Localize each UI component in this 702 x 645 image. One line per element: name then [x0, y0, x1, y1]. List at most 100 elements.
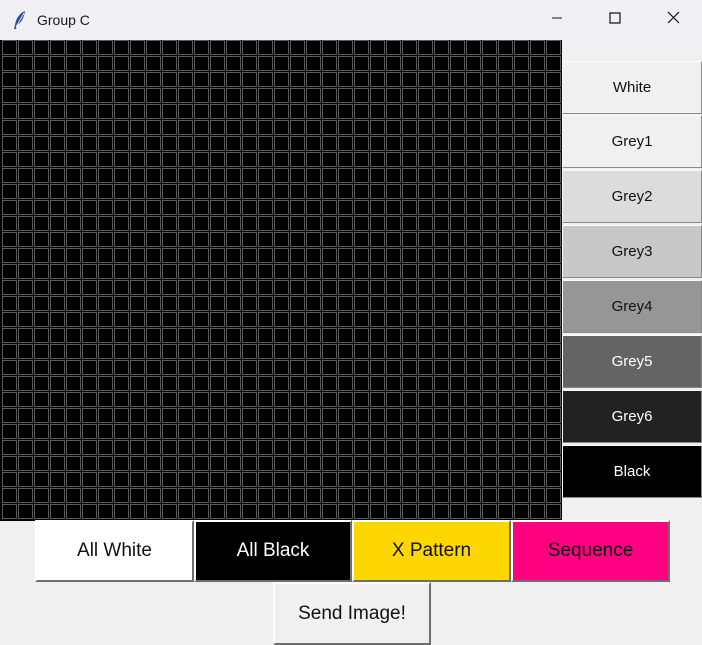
pixel-cell[interactable] [466, 360, 481, 375]
pixel-cell[interactable] [354, 360, 369, 375]
color-button-black[interactable]: Black [562, 445, 702, 498]
pixel-cell[interactable] [450, 344, 465, 359]
pixel-cell[interactable] [274, 120, 289, 135]
pixel-cell[interactable] [498, 264, 513, 279]
pixel-cell[interactable] [130, 488, 145, 503]
pixel-cell[interactable] [98, 456, 113, 471]
pixel-cell[interactable] [450, 200, 465, 215]
pixel-cell[interactable] [242, 72, 257, 87]
pixel-cell[interactable] [258, 40, 273, 55]
pixel-cell[interactable] [50, 232, 65, 247]
pixel-cell[interactable] [290, 280, 305, 295]
pixel-cell[interactable] [258, 312, 273, 327]
pixel-cell[interactable] [338, 200, 353, 215]
pixel-cell[interactable] [306, 56, 321, 71]
pixel-cell[interactable] [178, 40, 193, 55]
pixel-cell[interactable] [82, 232, 97, 247]
pixel-cell[interactable] [498, 472, 513, 487]
pixel-cell[interactable] [34, 120, 49, 135]
pixel-cell[interactable] [402, 504, 417, 519]
pixel-cell[interactable] [482, 56, 497, 71]
pixel-cell[interactable] [338, 360, 353, 375]
pixel-cell[interactable] [242, 152, 257, 167]
pixel-cell[interactable] [386, 504, 401, 519]
pixel-cell[interactable] [322, 120, 337, 135]
pixel-cell[interactable] [34, 408, 49, 423]
pixel-cell[interactable] [370, 488, 385, 503]
pixel-cell[interactable] [130, 120, 145, 135]
pixel-cell[interactable] [34, 312, 49, 327]
pixel-cell[interactable] [370, 424, 385, 439]
pixel-cell[interactable] [2, 472, 17, 487]
pixel-cell[interactable] [130, 264, 145, 279]
send-image-button[interactable]: Send Image! [273, 582, 431, 645]
pixel-cell[interactable] [338, 120, 353, 135]
pixel-cell[interactable] [498, 232, 513, 247]
pixel-cell[interactable] [482, 392, 497, 407]
pixel-cell[interactable] [354, 104, 369, 119]
pixel-cell[interactable] [514, 248, 529, 263]
pixel-cell[interactable] [498, 488, 513, 503]
pixel-cell[interactable] [242, 200, 257, 215]
pixel-cell[interactable] [386, 424, 401, 439]
pixel-cell[interactable] [498, 376, 513, 391]
pixel-cell[interactable] [370, 344, 385, 359]
pixel-cell[interactable] [322, 456, 337, 471]
pixel-cell[interactable] [194, 424, 209, 439]
pixel-cell[interactable] [66, 248, 81, 263]
pixel-cell[interactable] [370, 472, 385, 487]
pixel-cell[interactable] [146, 296, 161, 311]
pixel-cell[interactable] [2, 104, 17, 119]
pixel-cell[interactable] [50, 136, 65, 151]
pixel-cell[interactable] [290, 136, 305, 151]
pixel-cell[interactable] [322, 376, 337, 391]
pixel-cell[interactable] [98, 232, 113, 247]
pixel-cell[interactable] [162, 488, 177, 503]
pixel-cell[interactable] [386, 328, 401, 343]
pixel-cell[interactable] [82, 152, 97, 167]
pixel-cell[interactable] [482, 40, 497, 55]
pixel-cell[interactable] [162, 312, 177, 327]
pixel-cell[interactable] [18, 424, 33, 439]
pixel-cell[interactable] [290, 472, 305, 487]
pixel-cell[interactable] [290, 504, 305, 519]
pixel-cell[interactable] [450, 488, 465, 503]
pixel-cell[interactable] [226, 248, 241, 263]
pixel-cell[interactable] [466, 424, 481, 439]
pixel-cell[interactable] [418, 408, 433, 423]
pixel-cell[interactable] [514, 40, 529, 55]
pixel-cell[interactable] [322, 168, 337, 183]
pixel-cell[interactable] [18, 264, 33, 279]
pixel-cell[interactable] [66, 264, 81, 279]
pixel-cell[interactable] [386, 360, 401, 375]
pixel-cell[interactable] [450, 72, 465, 87]
pixel-cell[interactable] [210, 136, 225, 151]
pixel-cell[interactable] [114, 200, 129, 215]
pixel-cell[interactable] [194, 136, 209, 151]
pixel-cell[interactable] [530, 504, 545, 519]
pixel-cell[interactable] [434, 120, 449, 135]
pixel-cell[interactable] [98, 216, 113, 231]
pixel-cell[interactable] [402, 440, 417, 455]
pixel-cell[interactable] [418, 360, 433, 375]
pixel-cell[interactable] [226, 264, 241, 279]
pixel-cell[interactable] [18, 88, 33, 103]
pixel-cell[interactable] [370, 504, 385, 519]
pixel-cell[interactable] [82, 328, 97, 343]
pixel-cell[interactable] [402, 344, 417, 359]
pixel-cell[interactable] [450, 40, 465, 55]
pixel-cell[interactable] [98, 40, 113, 55]
pixel-cell[interactable] [450, 472, 465, 487]
pixel-cell[interactable] [514, 408, 529, 423]
pixel-cell[interactable] [274, 200, 289, 215]
pixel-cell[interactable] [130, 312, 145, 327]
pixel-cell[interactable] [210, 424, 225, 439]
pixel-cell[interactable] [98, 472, 113, 487]
pixel-cell[interactable] [130, 248, 145, 263]
pixel-cell[interactable] [514, 472, 529, 487]
pixel-cell[interactable] [162, 184, 177, 199]
pixel-cell[interactable] [18, 152, 33, 167]
pixel-cell[interactable] [50, 472, 65, 487]
pixel-cell[interactable] [130, 56, 145, 71]
pixel-cell[interactable] [178, 56, 193, 71]
